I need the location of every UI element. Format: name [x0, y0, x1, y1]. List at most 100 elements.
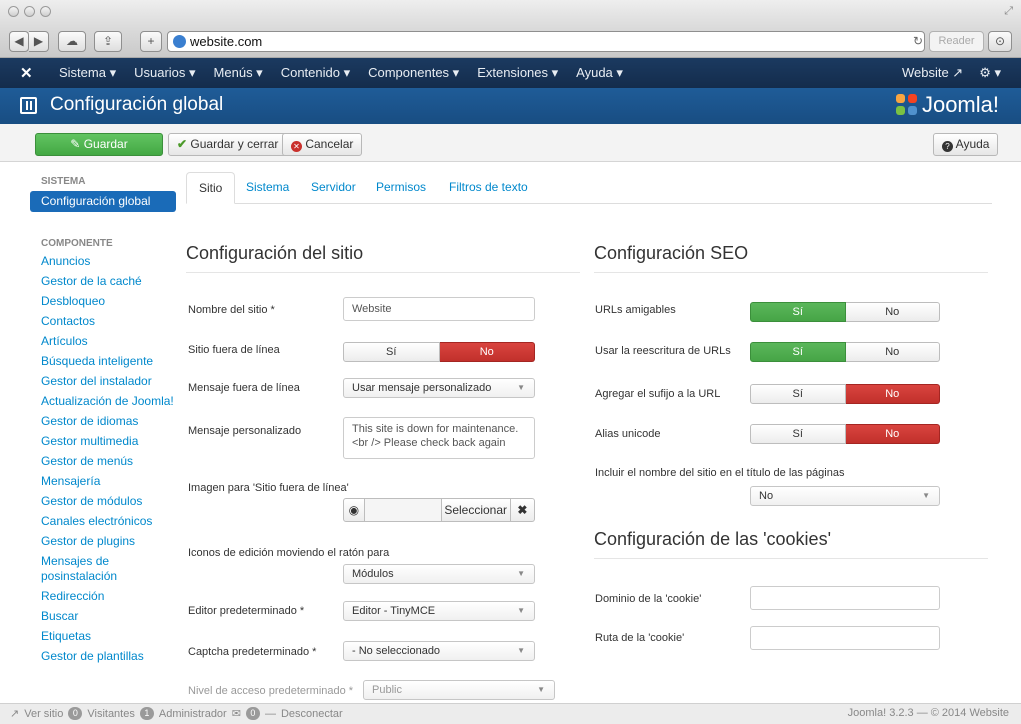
- user-gear-icon[interactable]: ⚙ ▾: [979, 58, 1001, 88]
- offline-message-select[interactable]: Usar mensaje personalizado ▼: [343, 378, 535, 398]
- sidebar-item-contacts[interactable]: Contactos: [30, 311, 176, 331]
- edit-icons-select[interactable]: Módulos ▼: [343, 564, 535, 584]
- unicode-aliases-yes-option[interactable]: Sí: [750, 424, 846, 444]
- admins-count-badge: 1: [139, 707, 154, 720]
- sidebar-item-messaging[interactable]: Mensajería: [30, 471, 176, 491]
- menu-sistema[interactable]: Sistema ▾: [50, 58, 125, 88]
- sidebar-item-installer[interactable]: Gestor del instalador: [30, 371, 176, 391]
- url-rewrite-no-option[interactable]: No: [845, 342, 940, 362]
- custom-message-textarea[interactable]: This site is down for maintenance. <br /…: [343, 417, 535, 459]
- default-access-select[interactable]: Public ▼: [363, 680, 555, 700]
- footer-status-group: ↗ Ver sitio 0 Visitantes 1 Administrador…: [10, 707, 343, 720]
- forward-button[interactable]: ▶: [29, 31, 49, 52]
- new-tab-button[interactable]: +: [140, 31, 162, 52]
- sidebar-item-templates[interactable]: Gestor de plantillas: [30, 646, 176, 666]
- cloud-tabs-button[interactable]: ☁: [58, 31, 86, 52]
- envelope-icon[interactable]: ✉: [232, 707, 241, 720]
- view-site-link[interactable]: Ver sitio: [24, 708, 63, 720]
- share-button[interactable]: ⇪: [94, 31, 122, 52]
- website-link[interactable]: Website ↗: [902, 58, 963, 88]
- chevron-down-icon: ▼: [517, 569, 525, 578]
- reader-button[interactable]: Reader: [929, 31, 984, 52]
- select-image-button[interactable]: Seleccionar: [441, 498, 511, 522]
- menu-extensiones[interactable]: Extensiones ▾: [468, 58, 567, 88]
- menu-ayuda[interactable]: Ayuda ▾: [567, 58, 632, 88]
- sidebar-item-postinstall[interactable]: Mensajes de posinstalación: [30, 551, 176, 586]
- sitename-pagetitles-select[interactable]: No ▼: [750, 486, 940, 506]
- url-suffix-yes-option[interactable]: Sí: [750, 384, 846, 404]
- sidebar-item-newsfeeds[interactable]: Canales electrónicos: [30, 511, 176, 531]
- edit-icon: ✎: [70, 137, 81, 151]
- url-suffix-toggle: Sí No: [750, 384, 940, 404]
- url-rewrite-toggle: Sí No: [750, 342, 940, 362]
- sidebar-item-redirect[interactable]: Redirección: [30, 586, 176, 606]
- site-section-title: Configuración del sitio: [186, 243, 580, 273]
- sidebar-item-menus[interactable]: Gestor de menús: [30, 451, 176, 471]
- sidebar-item-modules[interactable]: Gestor de módulos: [30, 491, 176, 511]
- site-name-field[interactable]: Website: [343, 297, 535, 321]
- unicode-aliases-no-option[interactable]: No: [845, 424, 940, 444]
- sidebar-item-plugins[interactable]: Gestor de plugins: [30, 531, 176, 551]
- offline-yes-option[interactable]: Sí: [343, 342, 440, 362]
- address-bar[interactable]: website.com: [167, 31, 925, 52]
- custom-message-label: Mensaje personalizado: [188, 425, 302, 437]
- sidebar-item-languages[interactable]: Gestor de idiomas: [30, 411, 176, 431]
- sidebar-item-cache[interactable]: Gestor de la caché: [30, 271, 176, 291]
- sidebar-item-search[interactable]: Buscar: [30, 606, 176, 626]
- sidebar-heading-componente: COMPONENTE: [41, 238, 113, 249]
- minimize-window-icon[interactable]: [24, 6, 35, 17]
- save-and-close-button[interactable]: ✔ Guardar y cerrar: [168, 133, 288, 156]
- tab-permissions[interactable]: Permisos: [376, 172, 426, 204]
- equalizer-icon: [20, 97, 37, 114]
- sidebar-item-banners[interactable]: Anuncios: [30, 251, 176, 271]
- cookie-path-field[interactable]: [750, 626, 940, 650]
- offline-image-path-field[interactable]: [364, 498, 442, 522]
- messages-count-badge: 0: [245, 707, 260, 720]
- cookie-domain-field[interactable]: [750, 586, 940, 610]
- chevron-down-icon: ▼: [517, 646, 525, 655]
- cancel-button[interactable]: ✕ Cancelar: [282, 133, 363, 156]
- sidebar-item-media[interactable]: Gestor multimedia: [30, 431, 176, 451]
- help-button[interactable]: ? Ayuda: [933, 133, 999, 156]
- sef-urls-no-option[interactable]: No: [845, 302, 940, 322]
- back-button[interactable]: ◀: [9, 31, 29, 52]
- globe-icon: [173, 35, 186, 48]
- tab-server[interactable]: Servidor: [311, 172, 356, 204]
- downloads-button[interactable]: ⊙: [988, 31, 1012, 52]
- cancel-label: Cancelar: [305, 137, 354, 151]
- reload-icon[interactable]: ↻: [913, 34, 923, 48]
- fullscreen-icon[interactable]: ⤢: [1004, 5, 1013, 18]
- menu-contenido[interactable]: Contenido ▾: [272, 58, 359, 88]
- zoom-window-icon[interactable]: [40, 6, 51, 17]
- sidebar-item-articles[interactable]: Artículos: [30, 331, 176, 351]
- joomla-logo-icon[interactable]: ✕: [20, 64, 33, 82]
- save-button[interactable]: ✎ Guardar: [35, 133, 163, 156]
- url-suffix-no-option[interactable]: No: [845, 384, 940, 404]
- offline-no-option[interactable]: No: [439, 342, 535, 362]
- eye-icon[interactable]: ◉: [343, 498, 365, 522]
- offline-label: Sitio fuera de línea: [188, 344, 280, 356]
- tab-system[interactable]: Sistema: [246, 172, 289, 204]
- close-window-icon[interactable]: [8, 6, 19, 17]
- tab-text-filters[interactable]: Filtros de texto: [449, 172, 528, 204]
- edit-icons-value: Módulos: [352, 568, 394, 580]
- browser-titlebar: ⤢: [0, 0, 1021, 26]
- sidebar-item-checkin[interactable]: Desbloqueo: [30, 291, 176, 311]
- chevron-down-icon: ▼: [537, 685, 545, 694]
- sidebar-item-smart-search[interactable]: Búsqueda inteligente: [30, 351, 176, 371]
- sidebar-item-global-configuration[interactable]: Configuración global: [30, 191, 176, 212]
- browser-toolbar: ◀ ▶ ☁ ⇪ + website.com ↻ Reader ⊙: [0, 26, 1021, 58]
- sidebar-item-joomla-update[interactable]: Actualización de Joomla!: [30, 391, 176, 411]
- edit-icons-label: Iconos de edición moviendo el ratón para: [188, 547, 390, 559]
- default-captcha-select[interactable]: - No seleccionado ▼: [343, 641, 535, 661]
- tab-site[interactable]: Sitio: [186, 172, 236, 204]
- clear-icon[interactable]: ✖: [510, 498, 535, 522]
- sidebar-item-tags[interactable]: Etiquetas: [30, 626, 176, 646]
- menu-componentes[interactable]: Componentes ▾: [359, 58, 468, 88]
- sef-urls-yes-option[interactable]: Sí: [750, 302, 846, 322]
- logout-link[interactable]: Desconectar: [281, 708, 343, 720]
- menu-menus[interactable]: Menús ▾: [205, 58, 272, 88]
- menu-usuarios[interactable]: Usuarios ▾: [125, 58, 204, 88]
- url-rewrite-yes-option[interactable]: Sí: [750, 342, 846, 362]
- default-editor-select[interactable]: Editor - TinyMCE ▼: [343, 601, 535, 621]
